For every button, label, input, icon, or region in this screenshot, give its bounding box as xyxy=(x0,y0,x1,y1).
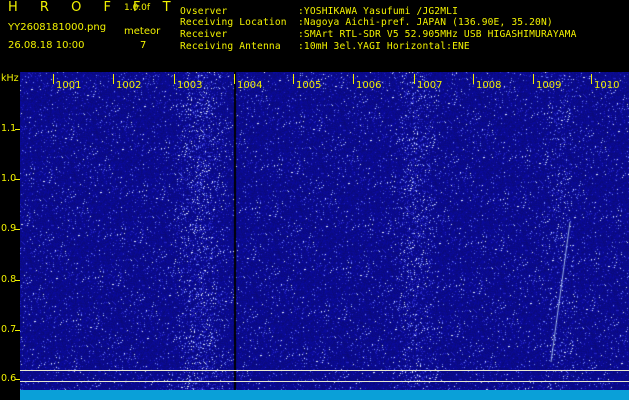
y-tick-1.0 xyxy=(15,179,20,180)
meteor-count: 7 xyxy=(140,40,147,51)
y-tick-label-0.7: 0.7 xyxy=(1,324,17,335)
version-label: 1.0.0f xyxy=(124,3,151,13)
info-key-location: Receiving Location xyxy=(180,17,287,28)
minute-label-1009: 1009 xyxy=(536,80,562,91)
y-axis: kHz xyxy=(0,72,20,400)
info-key-observer: Ovserver xyxy=(180,6,228,17)
minute-tick-1001 xyxy=(53,74,54,84)
info-value-location: :Nagoya Aichi-pref. JAPAN (136.90E, 35.2… xyxy=(298,17,553,28)
minute-tick-1003 xyxy=(174,74,175,84)
marker-line-upper xyxy=(20,370,629,371)
minute-label-1004: 1004 xyxy=(237,80,263,91)
minute-tick-1005 xyxy=(293,74,294,84)
header-panel: H R O F F T 1.0.0f YY2608181000.png 26.0… xyxy=(0,0,629,72)
y-tick-label-0.8: 0.8 xyxy=(1,274,17,285)
minute-tick-1002 xyxy=(113,74,114,84)
info-key-antenna: Receiving Antenna xyxy=(180,41,281,52)
minute-label-1005: 1005 xyxy=(296,80,322,91)
minute-label-1007: 1007 xyxy=(417,80,443,91)
y-tick-0.9 xyxy=(15,229,20,230)
y-tick-label-0.6: 0.6 xyxy=(1,373,17,384)
spectrogram-canvas xyxy=(20,72,629,400)
y-tick-label-1.0: 1.0 xyxy=(1,173,17,184)
y-tick-0.6 xyxy=(15,379,20,380)
y-axis-unit: kHz xyxy=(1,73,19,84)
minute-tick-1009 xyxy=(533,74,534,84)
minute-label-1006: 1006 xyxy=(356,80,382,91)
info-key-receiver: Receiver xyxy=(180,29,228,40)
info-value-receiver: :SMArt RTL-SDR V5 52.905MHz USB HIGASHIM… xyxy=(298,29,577,40)
minute-tick-1004 xyxy=(234,74,235,84)
info-value-antenna: :10mH 3el.YAGI Horizontal:ENE xyxy=(298,41,470,52)
minute-label-1003: 1003 xyxy=(177,80,203,91)
minute-label-1010: 1010 xyxy=(594,80,620,91)
datetime-label: 26.08.18 10:00 xyxy=(8,40,85,51)
noise-floor-band xyxy=(20,390,629,400)
minute-label-1001: 1001 xyxy=(56,80,82,91)
minute-label-1008: 1008 xyxy=(476,80,502,91)
app-title: H R O F F T xyxy=(8,0,180,15)
y-tick-label-0.9: 0.9 xyxy=(1,223,17,234)
minute-tick-1010 xyxy=(591,74,592,84)
meteor-label: meteor xyxy=(124,26,161,37)
y-tick-1.1 xyxy=(15,129,20,130)
y-tick-0.8 xyxy=(15,280,20,281)
y-tick-0.7 xyxy=(15,330,20,331)
minute-tick-1008 xyxy=(473,74,474,84)
info-value-observer: :YOSHIKAWA Yasufumi /JG2MLI xyxy=(298,6,458,17)
marker-line-lower xyxy=(20,381,629,382)
minute-label-1002: 1002 xyxy=(116,80,142,91)
minute-tick-1006 xyxy=(353,74,354,84)
filename-label: YY2608181000.png xyxy=(8,22,107,33)
minute-tick-1007 xyxy=(414,74,415,84)
y-tick-label-1.1: 1.1 xyxy=(1,123,17,134)
